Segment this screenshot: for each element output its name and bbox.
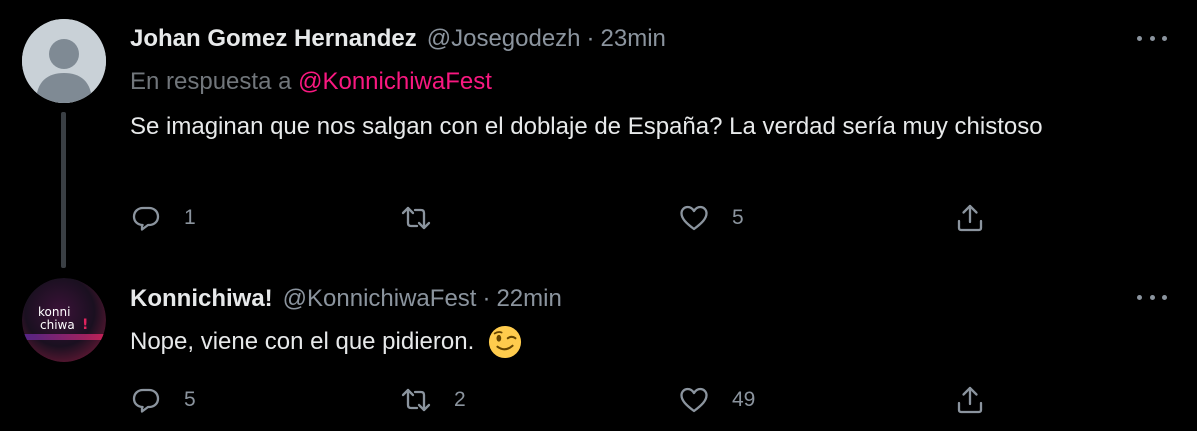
tweet-header: Johan Gomez Hernandez @Josegodezh · 23mi… [130,24,666,54]
svg-text:chiwa: chiwa [40,318,75,332]
author-name[interactable]: Johan Gomez Hernandez [130,25,417,53]
tweet-text: Nope, viene con el que pidieron. [130,328,475,355]
retweet-icon [401,206,431,230]
avatar[interactable]: konni chiwa ! [22,278,106,362]
like-count: 5 [732,206,744,229]
retweet-count: 2 [454,388,466,411]
tweet-text-container: Nope, viene con el que pidieron. [130,325,1130,359]
retweet-button[interactable] [400,200,454,236]
winking-face-icon [489,325,522,359]
svg-text:!: ! [82,317,88,333]
share-button[interactable] [954,382,986,418]
default-profile-icon [22,19,106,103]
retweet-button[interactable]: 2 [400,382,466,418]
reply-context: En respuesta a @KonnichiwaFest [130,68,492,96]
share-icon [957,386,983,414]
like-button[interactable]: 5 [678,200,744,236]
konnichiwa-logo: konni chiwa ! [22,278,106,362]
heart-icon [680,387,708,413]
timestamp[interactable]: 22min [496,285,561,313]
like-button[interactable]: 49 [678,382,755,418]
reply-button[interactable]: 1 [130,200,196,236]
tweet-actions: 1 5 [130,200,1010,236]
more-options-icon[interactable] [1137,287,1167,307]
avatar[interactable] [22,19,106,103]
thread-line [61,112,66,268]
reply-icon [132,206,160,231]
reply-count: 1 [184,206,196,229]
author-handle[interactable]: @Josegodezh [427,25,581,53]
heart-icon [680,205,708,231]
svg-text:konni: konni [38,305,70,319]
like-count: 49 [732,388,756,411]
reply-count: 5 [184,388,196,411]
author-handle[interactable]: @KonnichiwaFest [283,285,477,313]
tweet-konnichiwa[interactable]: konni chiwa ! Konnichiwa! @KonnichiwaFes… [0,265,1197,431]
tweet-actions: 5 2 49 [130,382,1010,418]
timestamp[interactable]: 23min [601,25,666,53]
separator-dot: · [482,285,491,312]
author-name[interactable]: Konnichiwa! [130,285,273,313]
share-icon [957,204,983,232]
tweet-text: Se imaginan que nos salgan con el doblaj… [130,113,1043,140]
tweet-johan[interactable]: Johan Gomez Hernandez @Josegodezh · 23mi… [0,0,1197,268]
tweet-header: Konnichiwa! @KonnichiwaFest · 22min [130,284,562,314]
reply-button[interactable]: 5 [130,382,196,418]
reply-icon [132,388,160,413]
reply-prefix: En respuesta a [130,68,292,95]
share-button[interactable] [954,200,986,236]
retweet-icon [401,388,431,412]
more-options-icon[interactable] [1137,28,1167,48]
reply-mention-link[interactable]: @KonnichiwaFest [298,68,492,95]
separator-dot: · [586,25,595,52]
